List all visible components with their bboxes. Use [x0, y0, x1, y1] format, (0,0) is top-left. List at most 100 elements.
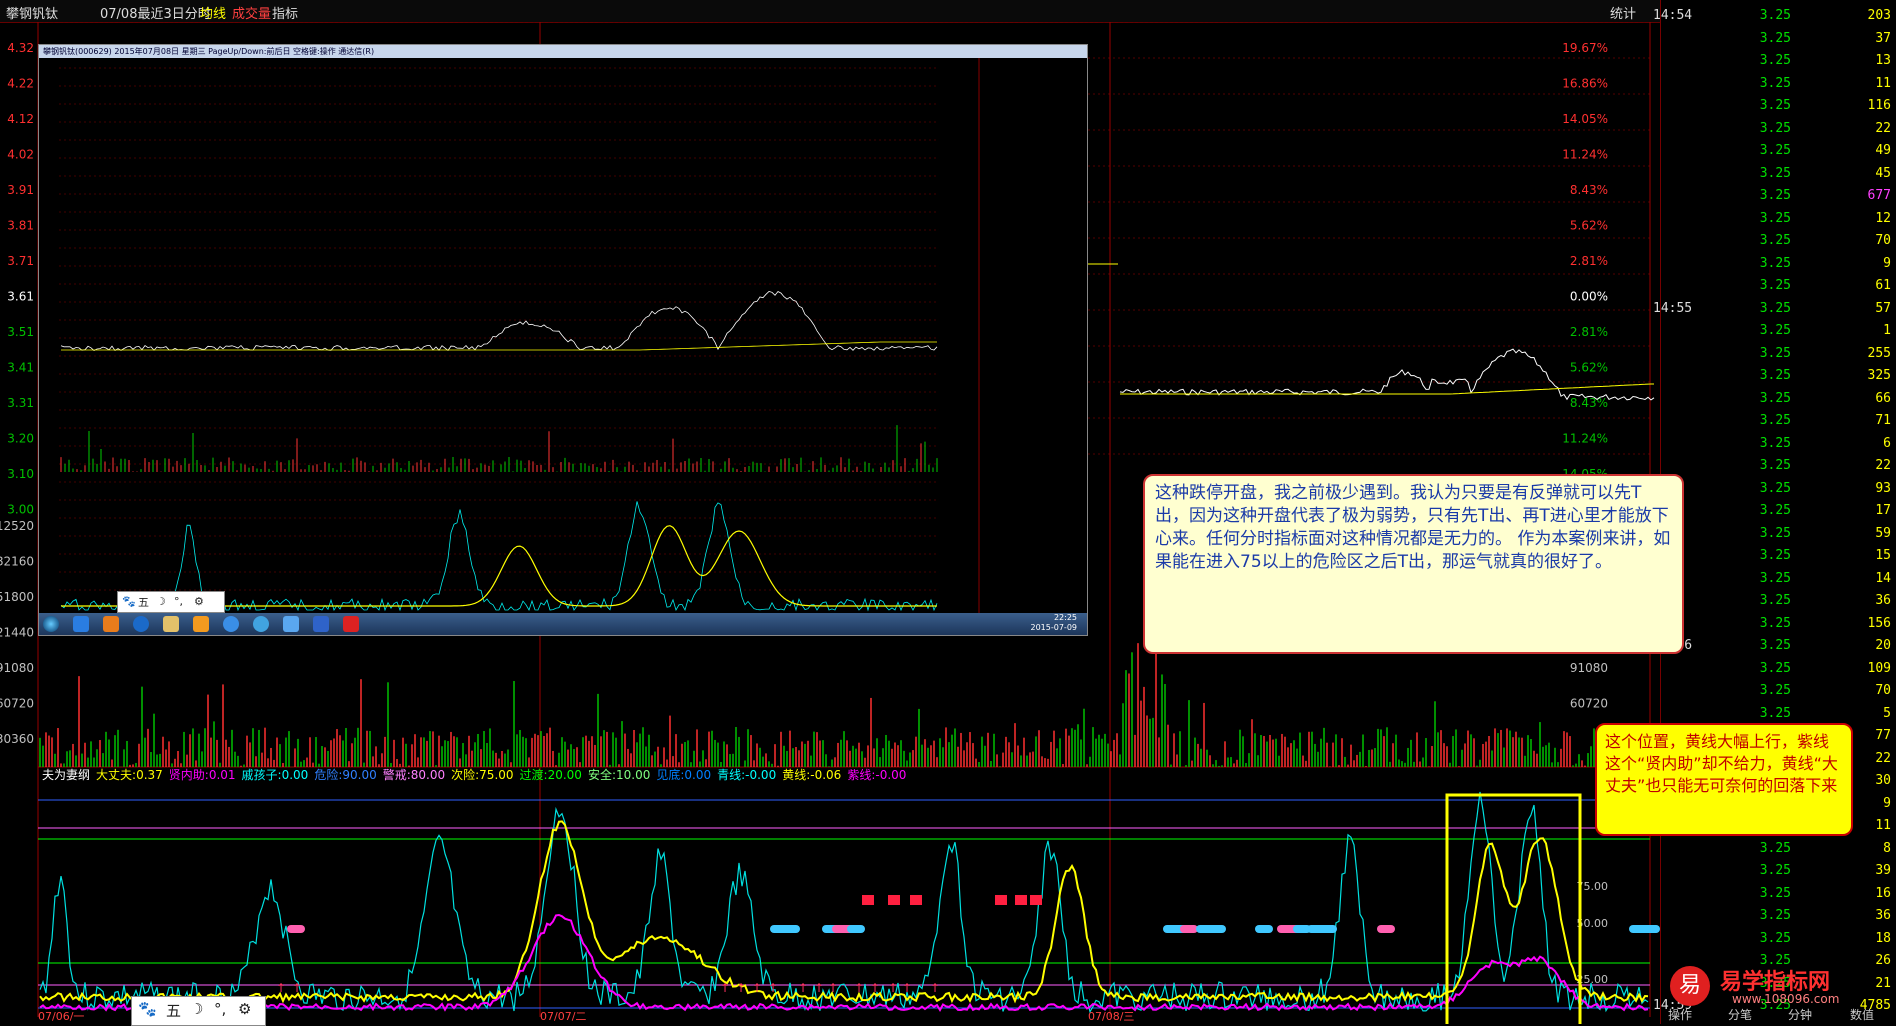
tick-row[interactable]: 3.25 9 [1661, 256, 1896, 274]
dots-icon[interactable]: °, [174, 595, 183, 608]
tick-volume: 20 [1875, 638, 1891, 653]
tick-row[interactable]: 3.25 66 [1661, 391, 1896, 409]
gear-icon[interactable]: ⚙ [238, 1000, 251, 1018]
tick-price: 3.25 [1759, 210, 1791, 226]
up-arrow: ↑ [854, 981, 864, 995]
volume-axis-label: 91080 [0, 661, 34, 675]
legend-item: 贤内助:0.01 [169, 768, 236, 782]
legend-label: 大丈夫: [96, 768, 137, 782]
embedded-toolbar: 🐾 五 ☽ °, ⚙ [117, 591, 225, 613]
cloud-icon[interactable] [283, 616, 299, 632]
price-axis-label: 4.22 [7, 77, 34, 91]
tick-volume: 70 [1875, 683, 1891, 698]
stats-button[interactable]: 统计 [1610, 3, 1636, 22]
chart-mode[interactable]: 07/08最近3日分时 [100, 3, 211, 22]
tick-row[interactable]: 14:55 3.25 57 [1653, 301, 1896, 319]
indicator-menu[interactable]: 指标 [272, 3, 298, 22]
paw-icon[interactable]: 🐾 [122, 595, 136, 608]
tick-row[interactable]: 3.25 37 [1661, 31, 1896, 49]
tick-row[interactable]: 3.25 49 [1661, 143, 1896, 161]
tick-row[interactable]: 3.25 36 [1661, 593, 1896, 611]
search-app-icon[interactable] [223, 616, 239, 632]
start-icon[interactable] [43, 616, 59, 632]
tick-price: 3.25 [1759, 278, 1791, 293]
legend-value: 0.37 [136, 768, 163, 782]
tick-row[interactable]: 3.25 6 [1661, 436, 1896, 454]
tick-volume: 49 [1875, 143, 1891, 158]
tick-volume: 116 [1867, 98, 1891, 113]
paw-icon[interactable]: 🐾 [138, 1000, 157, 1018]
legend-item: 次险:75.00 [451, 768, 513, 782]
tick-volume: 16 [1875, 885, 1891, 901]
moon-icon[interactable]: ☽ [190, 1000, 203, 1018]
tick-row[interactable]: 3.25 1 [1661, 323, 1896, 341]
tick-row[interactable]: 3.25 5 [1661, 706, 1896, 724]
tick-volume: 255 [1867, 345, 1891, 361]
avg-line-toggle[interactable]: 均线 [200, 3, 226, 22]
wubi-mode[interactable]: 五 [166, 1000, 181, 1021]
tick-row[interactable]: 14:54 3.25 203 [1653, 8, 1896, 26]
tick-row[interactable]: 3.25 116 [1661, 98, 1896, 116]
tick-row[interactable]: 3.25 109 [1661, 661, 1896, 679]
tick-row[interactable]: 3.25 70 [1661, 233, 1896, 251]
browser-icon[interactable] [73, 616, 89, 632]
tick-row[interactable]: 3.25 8 [1661, 841, 1896, 859]
tick-row[interactable]: 3.25 45 [1661, 166, 1896, 184]
stock-app-icon[interactable] [343, 616, 359, 632]
tick-row[interactable]: 3.25 11 [1661, 76, 1896, 94]
tick-price: 3.25 [1759, 413, 1791, 428]
tick-list[interactable]: 14:54 3.25 203 3.25 37 3.25 13 3.25 11 3.25 116 3.2… [1653, 0, 1896, 1024]
folder-icon[interactable] [163, 616, 179, 632]
tick-row[interactable]: 3.25 156 [1661, 616, 1896, 634]
dots-icon[interactable]: °, [214, 1000, 226, 1018]
tick-row[interactable]: 3.25 22 [1661, 121, 1896, 139]
wubi-mode[interactable]: 五 [138, 594, 149, 610]
volume-axis-label: 151800 [0, 590, 34, 604]
tick-volume: 203 [1867, 8, 1891, 23]
tick-row[interactable]: 3.25 70 [1661, 683, 1896, 701]
app-blue-icon[interactable] [313, 616, 329, 632]
windows-taskbar: 22:25 2015-07-09 [39, 613, 1087, 635]
pct-axis-label: 11.24% [1562, 432, 1608, 446]
tick-row[interactable]: 3.25 18 [1661, 931, 1896, 949]
embedded-bg [39, 58, 1087, 613]
volume-axis-label: 30360 [0, 732, 34, 746]
up-arrow: ↑ [902, 981, 912, 995]
app-k-icon[interactable] [133, 616, 149, 632]
tick-price: 3.25 [1759, 930, 1791, 946]
tick-row[interactable]: 3.25 59 [1661, 526, 1896, 544]
tick-row[interactable]: 3.25 677 [1661, 188, 1896, 206]
gear-icon[interactable]: ⚙ [194, 595, 204, 608]
tick-volume: 5 [1883, 705, 1891, 721]
tick-row[interactable]: 3.25 325 [1661, 368, 1896, 386]
moon-icon[interactable]: ☽ [156, 595, 166, 608]
volume-toggle[interactable]: 成交量 [232, 3, 271, 22]
tick-price: 3.25 [1759, 368, 1791, 383]
price-axis-label: 3.20 [7, 432, 34, 446]
legend-label: 次险: [451, 768, 480, 782]
tick-row[interactable]: 3.25 17 [1661, 503, 1896, 521]
up-arrow: ↑ [870, 981, 880, 995]
signal-pill [1377, 925, 1395, 933]
up-arrow: ↑ [930, 981, 940, 995]
tick-row[interactable]: 3.25 16 [1661, 886, 1896, 904]
ie-icon[interactable] [253, 616, 269, 632]
player-icon[interactable] [103, 616, 119, 632]
tick-row[interactable]: 3.25 13 [1661, 53, 1896, 71]
legend-value: 90.00 [342, 768, 377, 782]
tool-icon[interactable] [193, 616, 209, 632]
signal-flag [888, 895, 900, 905]
tick-row[interactable]: 3.25 22 [1661, 458, 1896, 476]
tick-row[interactable]: 3.25 71 [1661, 413, 1896, 431]
tick-row[interactable]: 14:563.2520 [1653, 638, 1896, 656]
tick-row[interactable]: 3.25 36 [1661, 908, 1896, 926]
tick-row[interactable]: 3.25 12 [1661, 211, 1896, 229]
tick-row[interactable]: 3.25 93 [1661, 481, 1896, 499]
tick-row[interactable]: 3.25 61 [1661, 278, 1896, 296]
tick-volume: 18 [1875, 930, 1891, 946]
tick-row[interactable]: 3.25 15 [1661, 548, 1896, 566]
tick-row[interactable]: 3.25 14 [1661, 571, 1896, 589]
pct-axis-label: 16.86% [1562, 77, 1608, 91]
tick-row[interactable]: 3.25 39 [1661, 863, 1896, 881]
tick-row[interactable]: 3.25 255 [1661, 346, 1896, 364]
